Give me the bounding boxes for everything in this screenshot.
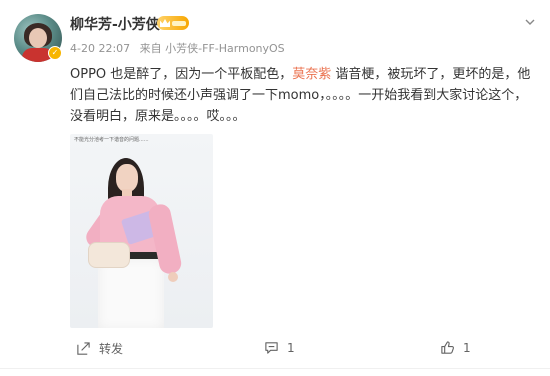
photo-handbag [88, 242, 130, 268]
avatar-face [29, 28, 47, 48]
username[interactable]: 柳华芳-小芳侠 [70, 14, 160, 34]
crown-icon [160, 19, 170, 27]
forward-label: 转发 [99, 342, 124, 356]
chevron-down-icon[interactable] [524, 16, 536, 28]
photo-skirt [98, 258, 164, 328]
post-time[interactable]: 4-20 22:07 [70, 42, 130, 55]
post-meta: 4-20 22:07 来自 小芳侠-FF-HarmonyOS [70, 40, 291, 56]
forward-icon [77, 342, 90, 355]
post-content: OPPO 也是醉了，因为一个平板配色，莫奈紫 谐音梗，被玩坏了，更坏的是，他们自… [70, 64, 536, 127]
comment-icon [265, 342, 278, 354]
image-caption: 不能光分池考一下谐音的问题...... [74, 137, 149, 143]
photo-face [116, 164, 138, 192]
divider [0, 368, 550, 369]
post-image[interactable]: 不能光分池考一下谐音的问题...... [70, 134, 213, 328]
like-icon [441, 341, 454, 354]
weibo-post: ✓ 柳华芳-小芳侠 4-20 22:07 来自 小芳侠-FF-HarmonyOS… [0, 0, 550, 376]
comment-button[interactable]: 1 [264, 340, 295, 355]
level-badge-icon[interactable] [157, 16, 189, 30]
photo-hand [168, 272, 178, 282]
like-button[interactable]: 1 [440, 340, 471, 355]
like-count: 1 [463, 340, 471, 355]
content-text-1: OPPO 也是醉了，因为一个平板配色， [70, 67, 293, 82]
action-bar: 转发 1 1 [0, 332, 550, 362]
comment-count: 1 [287, 340, 295, 355]
forward-button[interactable]: 转发 [76, 340, 123, 357]
level-bar [172, 20, 186, 26]
post-source: 来自 小芳侠-FF-HarmonyOS [139, 42, 285, 55]
verified-badge-icon: ✓ [48, 46, 62, 60]
content-highlight-link[interactable]: 莫奈紫 [292, 67, 331, 82]
